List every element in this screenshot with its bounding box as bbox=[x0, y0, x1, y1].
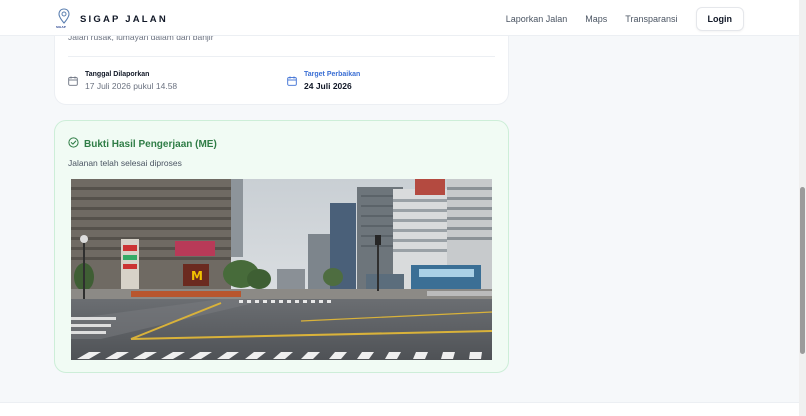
nav-transparansi[interactable]: Transparansi bbox=[625, 14, 677, 24]
logo: SIGAP bbox=[56, 8, 72, 30]
reported-date-block: Tanggal Dilaporkan 17 Juli 2026 pukul 14… bbox=[68, 71, 177, 91]
proof-title-row: Bukti Hasil Pengerjaan (ME) bbox=[68, 135, 217, 153]
proof-photo[interactable]: M bbox=[71, 179, 492, 360]
check-circle-icon bbox=[68, 135, 79, 153]
nav-laporkan-jalan[interactable]: Laporkan Jalan bbox=[506, 14, 568, 24]
calendar-icon bbox=[68, 73, 78, 91]
divider bbox=[68, 56, 495, 57]
main-nav: Laporkan Jalan Maps Transparansi Login bbox=[506, 7, 744, 31]
page-scrollbar[interactable] bbox=[799, 0, 806, 416]
target-date-value: 24 Juli 2026 bbox=[304, 81, 352, 91]
nav-maps[interactable]: Maps bbox=[585, 14, 607, 24]
brand[interactable]: SIGAP SIGAP JALAN bbox=[56, 8, 168, 30]
svg-text:M: M bbox=[191, 269, 203, 283]
calendar-target-icon bbox=[287, 73, 297, 91]
scrollbar-thumb[interactable] bbox=[800, 187, 805, 354]
logo-caption: SIGAP bbox=[56, 25, 66, 29]
brand-name: SIGAP JALAN bbox=[80, 13, 168, 25]
reported-date-value: 17 Juli 2026 pukul 14.58 bbox=[85, 81, 178, 91]
proof-card: Bukti Hasil Pengerjaan (ME) Jalanan tela… bbox=[54, 120, 509, 373]
proof-title: Bukti Hasil Pengerjaan (ME) bbox=[84, 138, 217, 150]
target-date-block: Target Perbaikan 24 Juli 2026 bbox=[287, 71, 360, 91]
reported-date-label: Tanggal Dilaporkan bbox=[85, 71, 150, 78]
login-button[interactable]: Login bbox=[695, 7, 744, 31]
footer bbox=[0, 402, 799, 416]
top-navbar: SIGAP SIGAP JALAN Laporkan Jalan Maps Tr… bbox=[0, 0, 799, 36]
proof-description: Jalanan telah selesai diproses bbox=[68, 158, 182, 168]
target-date-label: Target Perbaikan bbox=[304, 71, 361, 78]
